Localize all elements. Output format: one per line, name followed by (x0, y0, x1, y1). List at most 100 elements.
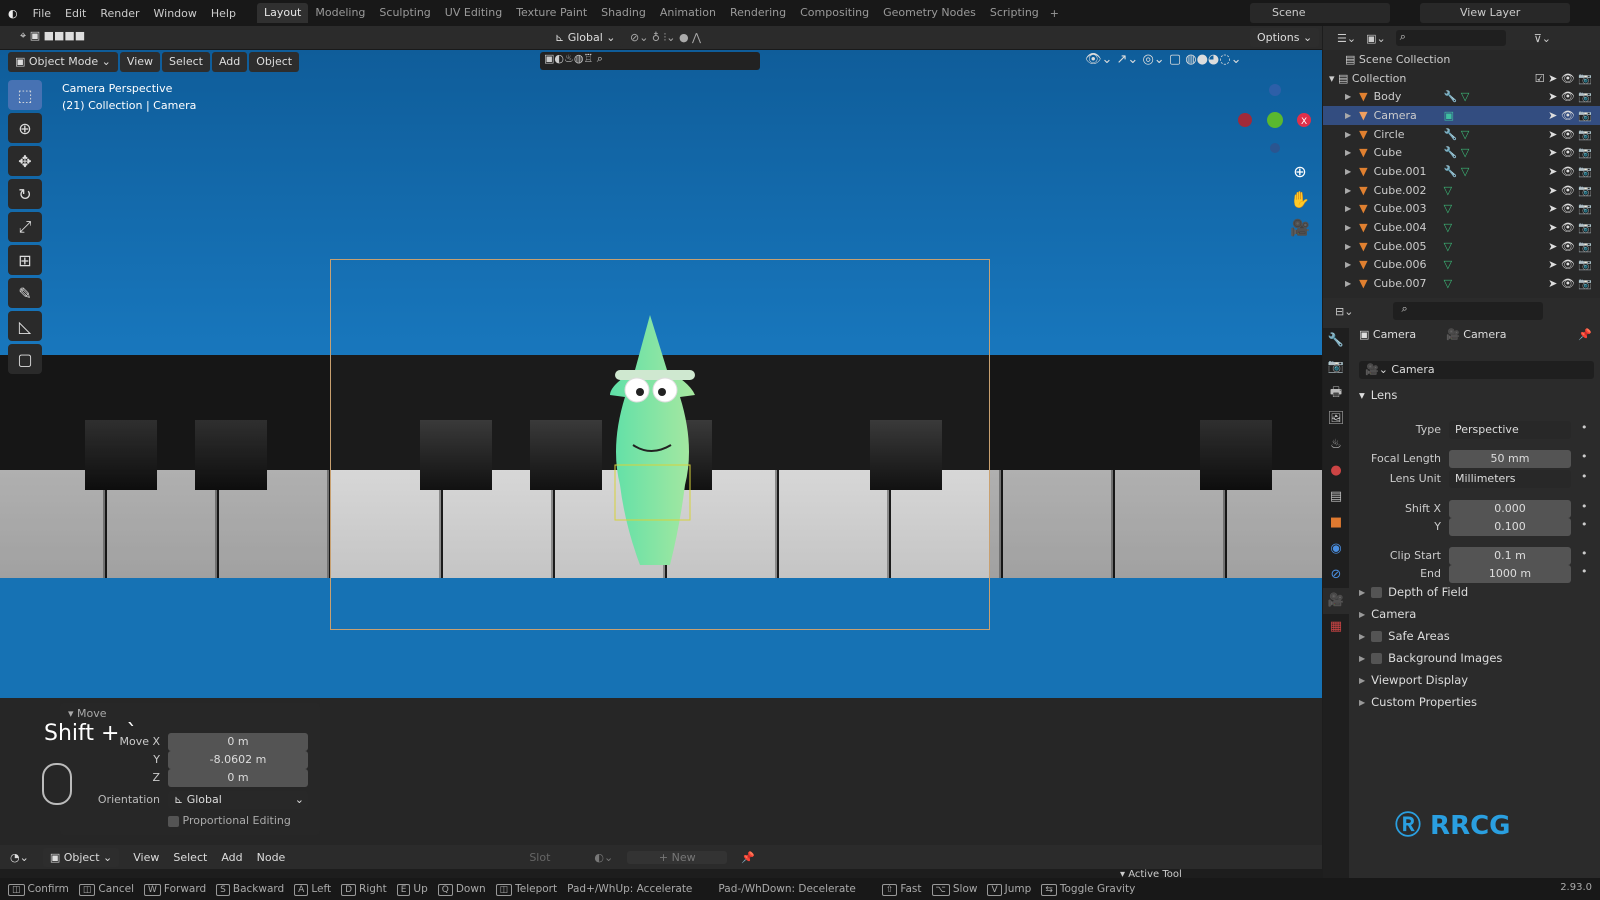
options-dropdown[interactable]: Options ⌄ (1250, 28, 1320, 47)
visibility-icons[interactable]: ➤ 👁 📷 (1548, 202, 1592, 215)
visibility-icons[interactable]: ➤ 👁 📷 (1548, 184, 1592, 197)
texture-tab-icon[interactable]: ▦ (1323, 614, 1349, 640)
transform-orientation-dropdown[interactable]: ⊾ Global ⌄ (548, 28, 623, 47)
camera-datablock-field[interactable]: 🎥⌄ Camera (1359, 361, 1594, 379)
menu-window[interactable]: Window (147, 7, 204, 20)
subpanel-background-images[interactable]: ▶ Background Images (1359, 647, 1594, 669)
view-layer-tab-icon[interactable]: 🖼 (1323, 406, 1349, 432)
constraints-tab-icon[interactable]: ⊘ (1323, 562, 1349, 588)
visibility-icons[interactable]: ➤ 👁 📷 (1548, 240, 1592, 253)
expand-arrow-icon[interactable]: ▶ (1345, 111, 1351, 120)
outliner-item[interactable]: ▶ ▼ Cube.002 ▽ ➤ 👁 📷 (1323, 181, 1600, 200)
node-menu-view[interactable]: View (133, 851, 159, 864)
mode-dropdown[interactable]: ▣ Object Mode ⌄ (8, 52, 118, 72)
physics-tab-icon[interactable]: ◉ (1323, 536, 1349, 562)
visibility-icons[interactable]: ➤ 👁 📷 (1548, 90, 1592, 103)
expand-arrow-icon[interactable]: ▶ (1345, 92, 1351, 101)
outliner-item[interactable]: ▶ ▼ Body 🔧 ▽ ➤ 👁 📷 (1323, 87, 1600, 106)
node-menu-select[interactable]: Select (173, 851, 207, 864)
display-mode-icon[interactable]: ☰⌄ (1337, 32, 1356, 45)
visibility-icons[interactable]: ➤ 👁 📷 (1548, 221, 1592, 234)
keyframe-dot-icon[interactable]: • (1581, 518, 1588, 531)
keyframe-dot-icon[interactable]: • (1581, 547, 1588, 560)
output-tab-icon[interactable]: 🖶 (1323, 380, 1349, 406)
camera-view-icon[interactable]: 🎥 (1285, 214, 1315, 242)
expand-arrow-icon[interactable]: ▶ (1345, 223, 1351, 232)
slot-dropdown[interactable]: Slot (529, 851, 550, 864)
workspace-tab[interactable]: Sculpting (372, 3, 437, 23)
shifty-field[interactable]: 0.100 (1449, 518, 1571, 536)
menu-edit[interactable]: Edit (58, 7, 93, 20)
expand-arrow-icon[interactable]: ▶ (1345, 130, 1351, 139)
viewport-menu-object[interactable]: Object (249, 52, 300, 72)
subpanel-viewport-display[interactable]: ▶ Viewport Display (1359, 669, 1594, 691)
outliner-item[interactable]: ▶ ▼ Cube.003 ▽ ➤ 👁 📷 (1323, 200, 1600, 219)
visibility-icons[interactable]: ➤ 👁 📷 (1548, 128, 1592, 141)
blender-logo-icon[interactable]: ◐ (0, 7, 26, 20)
keyframe-dot-icon[interactable]: • (1581, 500, 1588, 513)
node-menu-add[interactable]: Add (221, 851, 242, 864)
clipstart-field[interactable]: 0.1 m (1449, 547, 1571, 565)
subpanel-depth-of-field[interactable]: ▶ Depth of Field (1359, 581, 1594, 603)
transform-tool-icon[interactable]: ⊞ (8, 245, 42, 275)
workspace-tab[interactable]: Texture Paint (509, 3, 594, 23)
keyframe-dot-icon[interactable]: • (1581, 450, 1588, 463)
3d-viewport[interactable]: ▣ Object Mode ⌄ View Select Add Object ▣◐♨◍… (0, 50, 1322, 845)
object-tab-icon[interactable]: ■ (1323, 510, 1349, 536)
scene-selector[interactable]: Scene (1250, 3, 1390, 23)
pan-hand-icon[interactable]: ✋ (1285, 186, 1315, 214)
new-material-button[interactable]: + New (627, 850, 728, 864)
view-filter-icon[interactable]: ▣⌄ (1366, 32, 1386, 45)
workspace-tab[interactable]: Modeling (308, 3, 372, 23)
keyframe-dot-icon[interactable]: • (1581, 421, 1588, 434)
add-workspace-button[interactable]: + (1050, 7, 1059, 20)
menu-help[interactable]: Help (204, 7, 243, 20)
scene-collection-row[interactable]: ▤ Scene Collection (1323, 50, 1600, 69)
node-menu-node[interactable]: Node (257, 851, 286, 864)
pin-icon[interactable]: 📌 (741, 851, 755, 864)
expand-arrow-icon[interactable]: ▶ (1345, 204, 1351, 213)
outliner-item[interactable]: ▶ ▼ Cube.004 ▽ ➤ 👁 📷 (1323, 218, 1600, 237)
measure-tool-icon[interactable]: ◺ (8, 311, 42, 341)
visibility-icons[interactable]: ☑ ➤ 👁 📷 (1535, 72, 1592, 85)
keyframe-dot-icon[interactable]: • (1581, 565, 1588, 578)
type-field[interactable]: Perspective (1449, 421, 1571, 439)
move-tool-icon[interactable]: ✥ (8, 146, 42, 176)
collection-row[interactable]: ▾ ▤ Collection ☑ ➤ 👁 📷 (1323, 69, 1600, 88)
outliner-item[interactable]: ▶ ▼ Camera ▣ ➤ 👁 📷 (1323, 106, 1600, 125)
workspace-tab[interactable]: Rendering (723, 3, 793, 23)
orientation-dropdown[interactable]: ⊾ Global ⌄ (168, 791, 308, 809)
visibility-icons[interactable]: ➤ 👁 📷 (1548, 165, 1592, 178)
move-y-field[interactable]: -8.0602 m (168, 751, 308, 769)
material-icon[interactable]: ◐⌄ (594, 851, 613, 864)
expand-arrow-icon[interactable]: ▶ (1345, 242, 1351, 251)
outliner-item[interactable]: ▶ ▼ Cube.006 ▽ ➤ 👁 📷 (1323, 256, 1600, 275)
outliner-item[interactable]: ▶ ▼ Cube.007 ▽ ➤ 👁 📷 (1323, 274, 1600, 293)
filter-icon[interactable]: ⊽⌄ (1534, 32, 1551, 45)
render-tab-icon[interactable]: 📷 (1323, 354, 1349, 380)
enable-checkbox[interactable] (1371, 652, 1383, 664)
keyframe-dot-icon[interactable]: • (1581, 470, 1588, 483)
cursor-tool-icon[interactable]: ⊕ (8, 113, 42, 143)
annotate-tool-icon[interactable]: ✎ (8, 278, 42, 308)
select-box-tool-icon[interactable]: ⬚ (8, 80, 42, 110)
expand-arrow-icon[interactable]: ▶ (1345, 279, 1351, 288)
unit-field[interactable]: Millimeters (1449, 470, 1571, 488)
object-filter-bar[interactable]: ▣◐♨◍♖ ⌕ (540, 52, 760, 70)
outliner-item[interactable]: ▶ ▼ Cube.005 ▽ ➤ 👁 📷 (1323, 237, 1600, 256)
workspace-tab[interactable]: Geometry Nodes (876, 3, 983, 23)
object-type-dropdown[interactable]: ▣ Object ⌄ (42, 847, 120, 867)
select-mode-icons[interactable]: ⌖ ▣ ■■■■ (20, 29, 85, 43)
snap-pivot-icons[interactable]: ⊘⌄ ♁ ⫶⌄ ● ⋀ (630, 31, 701, 45)
rotate-tool-icon[interactable]: ↻ (8, 179, 42, 209)
add-cube-tool-icon[interactable]: ▢ (8, 344, 42, 374)
subpanel-custom-properties[interactable]: ▶ Custom Properties (1359, 691, 1594, 713)
outliner-item[interactable]: ▶ ▼ Cube 🔧 ▽ ➤ 👁 📷 (1323, 143, 1600, 162)
subpanel-safe-areas[interactable]: ▶ Safe Areas (1359, 625, 1594, 647)
expand-arrow-icon[interactable]: ▶ (1345, 186, 1351, 195)
pin-icon[interactable]: 📌 (1578, 328, 1592, 341)
menu-render[interactable]: Render (93, 7, 146, 20)
expand-arrow-icon[interactable]: ▶ (1345, 167, 1351, 176)
viewport-menu-add[interactable]: Add (211, 52, 248, 72)
editor-type-icon[interactable]: ◔⌄ (10, 851, 29, 864)
